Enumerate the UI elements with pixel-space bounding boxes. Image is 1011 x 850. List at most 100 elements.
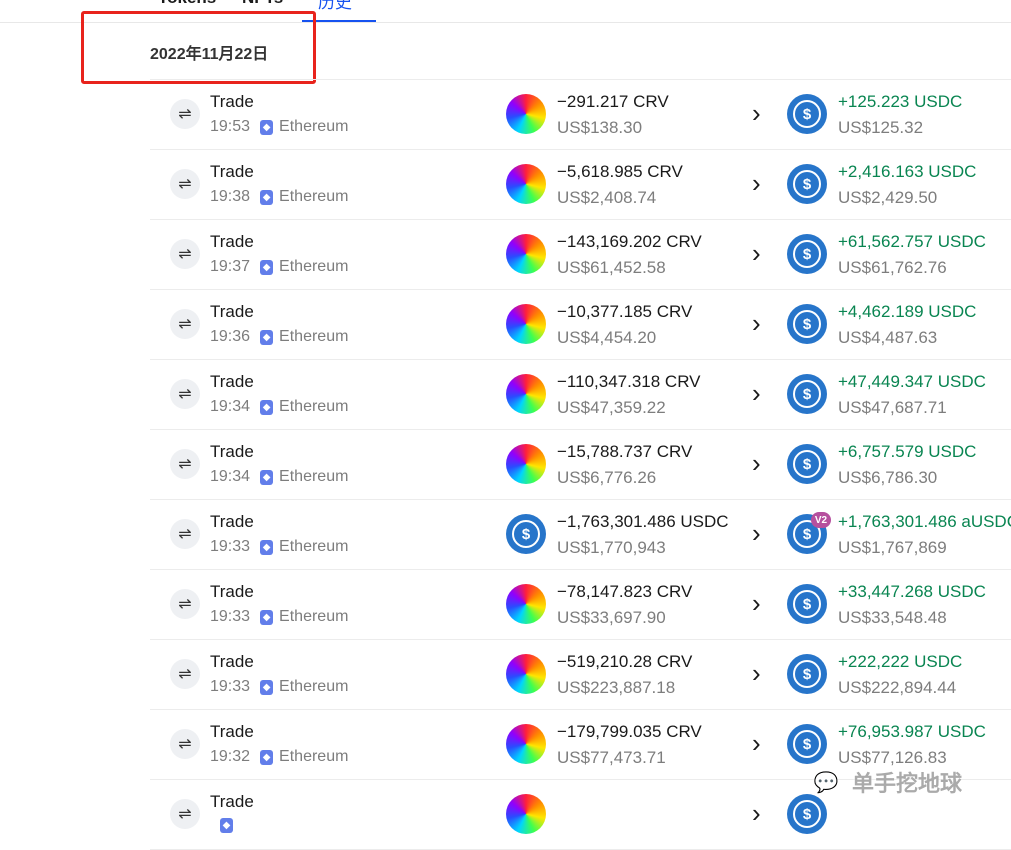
transaction-row[interactable]: ⇌ Trade 19:33 ◆ Ethereum −78,147.823 CRV… xyxy=(150,570,1011,640)
usdc-icon: $ xyxy=(787,654,827,694)
usdc-icon: $ xyxy=(787,584,827,624)
to-usd-value: US$6,786.30 xyxy=(838,468,938,487)
transaction-type: Trade xyxy=(210,722,254,741)
from-usd-value: US$138.30 xyxy=(557,118,643,137)
transaction-row[interactable]: ⇌ Trade 19:37 ◆ Ethereum −143,169.202 CR… xyxy=(150,220,1011,290)
from-amount: −15,788.737 CRV xyxy=(557,442,693,461)
from-amount: −179,799.035 CRV xyxy=(557,722,702,741)
transaction-row[interactable]: ⇌ Trade 19:53 ◆ Ethereum −291.217 CRV US… xyxy=(150,80,1011,150)
chevron-right-icon: › xyxy=(752,378,761,408)
crv-icon xyxy=(506,94,546,134)
transaction-row[interactable]: ⇌ Trade 19:34 ◆ Ethereum −15,788.737 CRV… xyxy=(150,430,1011,500)
from-usd-value: US$6,776.26 xyxy=(557,468,657,487)
chevron-right-icon: › xyxy=(752,448,761,478)
to-amount: +47,449.347 USDC xyxy=(838,372,986,391)
network-name: Ethereum xyxy=(279,538,349,555)
to-amount: +6,757.579 USDC xyxy=(838,442,977,461)
ethereum-icon: ◆ xyxy=(260,469,274,485)
swap-icon: ⇌ xyxy=(170,589,200,619)
crv-icon xyxy=(506,654,546,694)
wechat-icon: 💬 xyxy=(813,771,839,794)
network-name: Ethereum xyxy=(279,608,349,625)
transaction-type: Trade xyxy=(210,372,254,391)
crv-icon xyxy=(506,234,546,274)
ethereum-icon: ◆ xyxy=(260,329,274,345)
from-usd-value: US$33,697.90 xyxy=(557,608,666,627)
transaction-time: 19:32 xyxy=(210,748,251,765)
transaction-row[interactable]: ⇌ Trade 19:36 ◆ Ethereum −10,377.185 CRV… xyxy=(150,290,1011,360)
ethereum-icon: ◆ xyxy=(260,679,274,695)
from-amount: −291.217 CRV xyxy=(557,92,669,111)
chevron-right-icon: › xyxy=(752,238,761,268)
network-name: Ethereum xyxy=(279,328,349,345)
transaction-meta: 19:34 ◆ Ethereum xyxy=(210,468,348,486)
from-usd-value: US$47,359.22 xyxy=(557,398,666,417)
transaction-row[interactable]: ⇌ Trade 19:33 ◆ Ethereum −519,210.28 CRV… xyxy=(150,640,1011,710)
transaction-type: Trade xyxy=(210,652,254,671)
tab-nfts[interactable]: NFTs xyxy=(242,0,283,8)
transaction-type: Trade xyxy=(210,442,254,461)
transaction-meta: 19:33 ◆ Ethereum xyxy=(210,538,348,556)
swap-icon: ⇌ xyxy=(170,169,200,199)
transaction-row[interactable]: ⇌ Trade 19:38 ◆ Ethereum −5,618.985 CRV … xyxy=(150,150,1011,220)
to-usd-value: US$125.32 xyxy=(838,118,924,137)
to-amount: +33,447.268 USDC xyxy=(838,582,986,601)
to-amount: +125.223 USDC xyxy=(838,92,963,111)
transaction-meta: 19:38 ◆ Ethereum xyxy=(210,188,348,206)
to-usd-value: US$77,126.83 xyxy=(838,748,947,767)
tab-history[interactable]: 历史 xyxy=(318,0,352,13)
from-usd-value: US$77,473.71 xyxy=(557,748,666,767)
usdc-icon: $ xyxy=(787,444,827,484)
transaction-time: 19:37 xyxy=(210,258,251,275)
chevron-right-icon: › xyxy=(752,308,761,338)
transaction-meta: ◆ xyxy=(210,818,239,833)
transaction-type: Trade xyxy=(210,92,254,111)
transaction-meta: 19:53 ◆ Ethereum xyxy=(210,118,348,136)
chevron-right-icon: › xyxy=(752,168,761,198)
transaction-meta: 19:37 ◆ Ethereum xyxy=(210,258,348,276)
chevron-right-icon: › xyxy=(752,798,761,828)
to-amount: +4,462.189 USDC xyxy=(838,302,977,321)
to-amount: +2,416.163 USDC xyxy=(838,162,977,181)
network-name: Ethereum xyxy=(279,468,349,485)
crv-icon xyxy=(506,164,546,204)
chevron-right-icon: › xyxy=(752,588,761,618)
crv-icon xyxy=(506,444,546,484)
to-usd-value: US$1,767,869 xyxy=(838,538,947,557)
network-name: Ethereum xyxy=(279,188,349,205)
ethereum-icon: ◆ xyxy=(260,609,274,625)
transaction-meta: 19:33 ◆ Ethereum xyxy=(210,608,348,626)
from-amount: −110,347.318 CRV xyxy=(557,372,701,391)
swap-icon: ⇌ xyxy=(170,659,200,689)
network-name: Ethereum xyxy=(279,118,349,135)
transaction-meta: 19:33 ◆ Ethereum xyxy=(210,678,348,696)
usdc-icon: $ xyxy=(787,94,827,134)
transaction-time: 19:38 xyxy=(210,188,251,205)
chevron-right-icon: › xyxy=(752,658,761,688)
swap-icon: ⇌ xyxy=(170,99,200,129)
ethereum-icon: ◆ xyxy=(260,399,274,415)
from-usd-value: US$223,887.18 xyxy=(557,678,676,697)
transaction-meta: 19:36 ◆ Ethereum xyxy=(210,328,348,346)
usdc-icon: $ xyxy=(787,164,827,204)
ethereum-icon: ◆ xyxy=(220,818,233,833)
transaction-type: Trade xyxy=(210,302,254,321)
from-amount: −78,147.823 CRV xyxy=(557,582,693,601)
usdc-icon: $ xyxy=(787,794,827,834)
crv-icon xyxy=(506,304,546,344)
transaction-row[interactable]: ⇌ Trade 19:34 ◆ Ethereum −110,347.318 CR… xyxy=(150,360,1011,430)
usdc-icon: $ xyxy=(506,514,546,554)
v2-badge: V2 xyxy=(811,512,831,528)
transaction-time: 19:53 xyxy=(210,118,251,135)
usdc-icon: $ xyxy=(787,724,827,764)
transaction-row[interactable]: ⇌ Trade 19:33 ◆ Ethereum $ −1,763,301.48… xyxy=(150,500,1011,570)
swap-icon: ⇌ xyxy=(170,729,200,759)
from-usd-value: US$4,454.20 xyxy=(557,328,657,347)
crv-icon xyxy=(506,374,546,414)
to-usd-value: US$4,487.63 xyxy=(838,328,938,347)
tab-tokens[interactable]: Tokens xyxy=(158,0,216,8)
network-name: Ethereum xyxy=(279,398,349,415)
swap-icon: ⇌ xyxy=(170,309,200,339)
ethereum-icon: ◆ xyxy=(260,189,274,205)
swap-icon: ⇌ xyxy=(170,449,200,479)
